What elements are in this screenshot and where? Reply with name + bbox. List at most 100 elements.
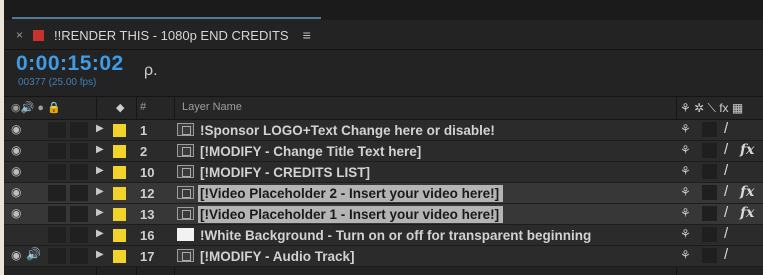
solo-switch[interactable]	[48, 122, 66, 138]
label-header-icon[interactable]: ◆	[116, 101, 124, 114]
effects-switch-icon[interactable]: fx	[740, 205, 754, 221]
expand-triangle-icon[interactable]: ▶	[96, 207, 104, 218]
tab-divider	[4, 49, 763, 50]
search-icon[interactable]: ρ.	[144, 62, 158, 80]
expand-triangle-icon[interactable]: ▶	[96, 186, 104, 197]
composition-icon	[177, 186, 194, 199]
lock-switch[interactable]	[70, 227, 88, 243]
shy-switch-icon[interactable]: ⚘	[680, 164, 691, 178]
expand-triangle-icon[interactable]: ▶	[96, 249, 104, 260]
solo-switch[interactable]	[48, 227, 66, 243]
expand-triangle-icon[interactable]: ▶	[96, 123, 104, 134]
shy-switch-icon[interactable]: ⚘	[680, 248, 691, 262]
expand-triangle-icon[interactable]: ▶	[96, 144, 104, 155]
close-tab-icon[interactable]: ×	[16, 28, 23, 42]
visibility-eye-icon[interactable]: ◉	[11, 185, 21, 199]
layer-header-row: ◉🔊 ● 🔒 ◆ # Layer Name ⚘ ✲ ⟍ fx ▦	[4, 96, 763, 120]
composition-icon	[177, 123, 194, 136]
panel-menu-icon[interactable]: ≡	[303, 27, 311, 43]
shy-switch-icon[interactable]: ⚘	[680, 206, 691, 220]
label-color-swatch[interactable]	[113, 229, 126, 242]
collapse-switch[interactable]	[702, 206, 717, 221]
label-color-swatch[interactable]	[113, 124, 126, 137]
composition-tab-title: !!RENDER THIS - 1080p END CREDITS	[54, 27, 289, 43]
switches-header-icons: ⚘ ✲ ⟍ fx ▦	[680, 101, 744, 115]
layer-name[interactable]: [!MODIFY - Audio Track]	[200, 248, 359, 265]
layer-row[interactable]: ◉ ▶ 1 !Sponsor LOGO+Text Change here or dis…	[4, 120, 763, 141]
shy-switch-icon[interactable]: ⚘	[680, 122, 691, 136]
layer-row[interactable]: ◉ ▶ 13 [!Video Placeholder 1 - Insert your …	[4, 204, 763, 225]
shy-switch-icon[interactable]: ⚘	[680, 185, 691, 199]
label-color-swatch[interactable]	[113, 250, 126, 263]
layer-name-header[interactable]: Layer Name	[182, 101, 242, 113]
current-time-display[interactable]: 0:00:15:02	[16, 52, 124, 76]
quality-switch-icon[interactable]: /	[724, 120, 728, 137]
shy-switch-icon[interactable]: ⚘	[680, 143, 691, 157]
composition-icon	[177, 249, 194, 262]
solo-switch[interactable]	[48, 248, 66, 264]
layer-number: 10	[140, 165, 155, 180]
label-color-swatch[interactable]	[113, 187, 126, 200]
visibility-eye-icon[interactable]: ◉	[11, 143, 21, 157]
label-color-swatch[interactable]	[113, 145, 126, 158]
composition-icon	[177, 144, 194, 157]
solo-switch[interactable]	[48, 206, 66, 222]
visibility-eye-icon[interactable]: ◉	[11, 206, 21, 220]
composition-tab[interactable]: × !!RENDER THIS - 1080p END CREDITS ≡	[12, 17, 321, 51]
layer-switches: ⚘ / fx	[676, 204, 763, 224]
expand-triangle-icon[interactable]: ▶	[96, 165, 104, 176]
collapse-switch[interactable]	[702, 164, 717, 179]
layer-row[interactable]: ◉ 🔊 ▶ 17 [!MODIFY - Audio Track] ⚘ /	[4, 246, 763, 267]
layer-name[interactable]: !Sponsor LOGO+Text Change here or disabl…	[200, 122, 499, 139]
layer-number: 13	[140, 207, 155, 222]
layer-switches: ⚘ /	[676, 225, 763, 245]
collapse-switch[interactable]	[702, 227, 717, 242]
collapse-switch[interactable]	[702, 185, 717, 200]
expand-triangle-icon[interactable]: ▶	[96, 228, 104, 239]
layer-name[interactable]: [!MODIFY - Change Title Text here]	[200, 143, 425, 160]
lock-switch[interactable]	[70, 164, 88, 180]
quality-switch-icon[interactable]: /	[724, 225, 728, 242]
lock-switch[interactable]	[70, 122, 88, 138]
layer-row[interactable]: ◉ ▶ 2 [!MODIFY - Change Title Text here] ⚘ / f…	[4, 141, 763, 162]
timeline-panel: × !!RENDER THIS - 1080p END CREDITS ≡ 0:…	[4, 0, 763, 275]
layer-switches: ⚘ / fx	[676, 183, 763, 203]
composition-icon	[177, 207, 194, 220]
layer-number: 2	[140, 144, 148, 159]
label-color-swatch[interactable]	[113, 208, 126, 221]
layer-name[interactable]: !White Background - Turn on or off for t…	[200, 227, 595, 244]
solid-layer-icon	[177, 228, 194, 241]
quality-switch-icon[interactable]: /	[724, 183, 728, 200]
quality-switch-icon[interactable]: /	[724, 162, 728, 179]
audio-speaker-icon[interactable]: 🔊	[26, 247, 41, 261]
lock-switch[interactable]	[70, 185, 88, 201]
quality-switch-icon[interactable]: /	[724, 141, 728, 158]
effects-switch-icon[interactable]: fx	[740, 142, 754, 158]
solo-switch[interactable]	[48, 185, 66, 201]
composition-icon	[177, 165, 194, 178]
layer-row[interactable]: ◉ ▶ 10 [!MODIFY - CREDITS LIST] ⚘ /	[4, 162, 763, 183]
effects-switch-icon[interactable]: fx	[740, 184, 754, 200]
visibility-eye-icon[interactable]: ◉	[11, 248, 21, 262]
quality-switch-icon[interactable]: /	[724, 246, 728, 263]
solo-switch[interactable]	[48, 143, 66, 159]
lock-switch[interactable]	[70, 248, 88, 264]
layer-name[interactable]: [!Video Placeholder 2 - Insert your vide…	[198, 185, 504, 202]
composition-color-swatch	[33, 29, 45, 41]
quality-switch-icon[interactable]: /	[724, 204, 728, 221]
layer-row[interactable]: ▶ 16 !White Background - Turn on or off fo…	[4, 225, 763, 246]
layer-name[interactable]: [!MODIFY - CREDITS LIST]	[200, 164, 374, 181]
shy-switch-icon[interactable]: ⚘	[680, 227, 691, 241]
layer-name[interactable]: [!Video Placeholder 1 - Insert your vide…	[198, 206, 504, 223]
collapse-switch[interactable]	[702, 122, 717, 137]
lock-switch[interactable]	[70, 143, 88, 159]
collapse-switch[interactable]	[702, 143, 717, 158]
layer-row[interactable]: ◉ ▶ 12 [!Video Placeholder 2 - Insert your …	[4, 183, 763, 204]
collapse-switch[interactable]	[702, 248, 717, 263]
layer-switches: ⚘ /	[676, 246, 763, 266]
solo-switch[interactable]	[48, 164, 66, 180]
visibility-eye-icon[interactable]: ◉	[11, 164, 21, 178]
lock-switch[interactable]	[70, 206, 88, 222]
label-color-swatch[interactable]	[113, 166, 126, 179]
visibility-eye-icon[interactable]: ◉	[11, 122, 21, 136]
